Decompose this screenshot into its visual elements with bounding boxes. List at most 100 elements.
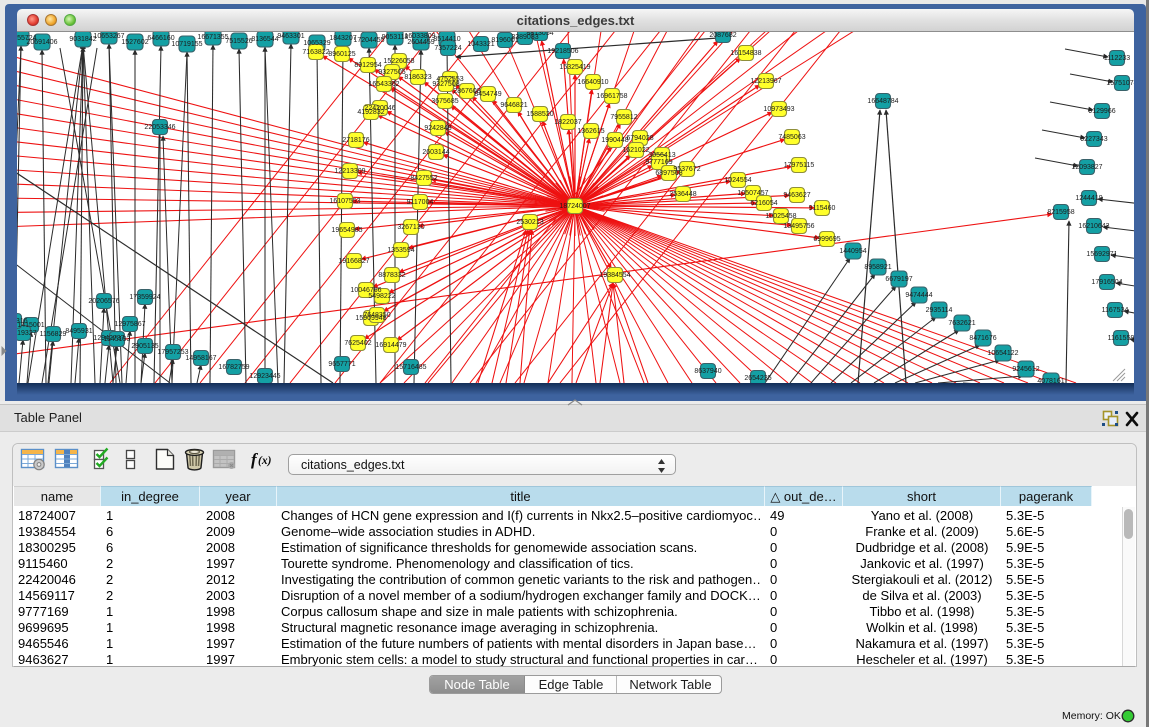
svg-text:3919327: 3919327 xyxy=(17,330,37,337)
svg-text:9117004: 9117004 xyxy=(407,199,434,206)
svg-text:16154838: 16154838 xyxy=(730,50,761,57)
svg-text:15325419: 15325419 xyxy=(559,64,590,71)
svg-text:7632621: 7632621 xyxy=(948,320,975,327)
svg-text:7955812: 7955812 xyxy=(610,114,637,121)
svg-text:(x): (x) xyxy=(258,455,272,467)
svg-text:12975867: 12975867 xyxy=(114,321,145,328)
svg-text:1024554: 1024554 xyxy=(724,177,751,184)
svg-text:9463301: 9463301 xyxy=(277,33,304,40)
svg-text:7163822: 7163822 xyxy=(302,49,329,56)
svg-text:2536448: 2536448 xyxy=(669,191,696,198)
svg-text:10973493: 10973493 xyxy=(763,106,794,113)
svg-text:2603144: 2603144 xyxy=(422,149,449,156)
svg-text:9327505: 9327505 xyxy=(378,69,405,76)
svg-text:7357224: 7357224 xyxy=(434,45,461,52)
svg-text:8186323: 8186323 xyxy=(404,74,431,81)
svg-text:13495756: 13495756 xyxy=(783,223,814,230)
svg-text:17916504: 17916504 xyxy=(1091,279,1122,286)
svg-text:1990448: 1990448 xyxy=(601,137,628,144)
svg-text:8912954: 8912954 xyxy=(354,62,381,69)
svg-text:2654235: 2654235 xyxy=(744,375,771,382)
svg-text:8813054: 8813054 xyxy=(526,32,553,37)
svg-text:18724007: 18724007 xyxy=(559,203,590,210)
svg-text:9537672: 9537672 xyxy=(673,166,700,173)
svg-text:1167534: 1167534 xyxy=(1102,307,1129,314)
svg-text:12213967: 12213967 xyxy=(750,78,781,85)
svg-text:8427552: 8427552 xyxy=(410,175,437,182)
svg-text:8454749: 8454749 xyxy=(474,91,501,98)
svg-text:16648784: 16648784 xyxy=(867,98,898,105)
svg-text:16961758: 16961758 xyxy=(596,93,627,100)
svg-text:3056413: 3056413 xyxy=(648,152,675,159)
svg-text:16033809: 16033809 xyxy=(404,33,435,40)
svg-text:1822037: 1822037 xyxy=(554,119,581,126)
svg-text:10025458: 10025458 xyxy=(765,213,796,220)
svg-text:8958921: 8958921 xyxy=(864,264,891,271)
svg-text:6999695: 6999695 xyxy=(813,236,840,243)
svg-text:10653267: 10653267 xyxy=(93,33,124,40)
svg-text:2718176: 2718176 xyxy=(342,137,369,144)
svg-text:17975115: 17975115 xyxy=(784,162,815,169)
svg-text:9474444: 9474444 xyxy=(905,292,932,299)
svg-text:7485063: 7485063 xyxy=(778,134,805,141)
svg-text:1112233: 1112233 xyxy=(1104,55,1130,62)
svg-text:12213309: 12213309 xyxy=(334,168,365,175)
svg-text:1353594: 1353594 xyxy=(387,247,414,254)
svg-text:9463627: 9463627 xyxy=(783,192,810,199)
svg-text:15751074: 15751074 xyxy=(1106,80,1134,87)
svg-text:0341316: 0341316 xyxy=(17,318,28,325)
svg-text:9777169: 9777169 xyxy=(645,159,672,166)
svg-text:19166827: 19166827 xyxy=(338,258,369,265)
svg-text:17359924: 17359924 xyxy=(129,294,160,301)
svg-text:22053346: 22053346 xyxy=(144,124,175,131)
svg-text:15716485: 15716485 xyxy=(395,364,426,371)
svg-text:6794028: 6794028 xyxy=(626,135,653,142)
svg-text:1156829: 1156829 xyxy=(40,331,67,338)
svg-text:8136544: 8136544 xyxy=(251,36,278,43)
svg-text:5498222: 5498222 xyxy=(368,293,395,300)
svg-text:6216054: 6216054 xyxy=(750,200,777,207)
svg-text:16543362: 16543362 xyxy=(368,81,399,88)
svg-text:9657771: 9657771 xyxy=(328,361,355,368)
svg-text:7648350: 7648350 xyxy=(363,312,390,319)
svg-text:1588520: 1588520 xyxy=(526,111,553,118)
svg-text:4192832: 4192832 xyxy=(357,109,384,116)
svg-text:7625402: 7625402 xyxy=(344,340,371,347)
svg-text:1145193: 1145193 xyxy=(104,336,131,343)
svg-text:9129966: 9129966 xyxy=(1088,108,1115,115)
svg-text:3267130: 3267130 xyxy=(397,224,424,231)
svg-text:6679197: 6679197 xyxy=(885,276,912,283)
svg-text:16782759: 16782759 xyxy=(218,364,249,371)
svg-text:1621022: 1621022 xyxy=(622,147,649,154)
svg-text:9242848: 9242848 xyxy=(424,125,451,132)
svg-text:16671355: 16671355 xyxy=(197,34,228,41)
svg-text:10654122: 10654122 xyxy=(987,350,1018,357)
svg-text:19384554: 19384554 xyxy=(599,272,630,279)
svg-text:9245612: 9245612 xyxy=(1012,366,1039,373)
svg-text:1161559: 1161559 xyxy=(1108,335,1134,342)
svg-text:10507457: 10507457 xyxy=(737,190,768,197)
svg-text:1527602: 1527602 xyxy=(121,39,148,46)
svg-text:8960125: 8960125 xyxy=(328,51,355,58)
svg-text:12923445: 12923445 xyxy=(249,373,280,380)
svg-text:20691406: 20691406 xyxy=(26,39,57,46)
svg-text:2905135: 2905135 xyxy=(131,343,158,350)
svg-text:1244419: 1244419 xyxy=(1075,195,1102,202)
svg-text:7515526: 7515526 xyxy=(225,38,252,45)
svg-text:19654985: 19654985 xyxy=(331,227,362,234)
svg-text:15692971: 15692971 xyxy=(1086,251,1117,258)
svg-text:8215958: 8215958 xyxy=(1047,209,1074,216)
svg-text:1065329: 1065329 xyxy=(303,40,330,47)
svg-text:1440954: 1440954 xyxy=(839,248,866,255)
svg-text:9115460: 9115460 xyxy=(809,205,836,212)
svg-text:17957253: 17957253 xyxy=(157,349,188,356)
svg-text:16210643: 16210643 xyxy=(1078,223,1109,230)
svg-text:15226058: 15226058 xyxy=(383,58,414,65)
svg-text:2087682: 2087682 xyxy=(709,32,736,39)
svg-text:12093827: 12093827 xyxy=(1071,164,1102,171)
svg-text:20206576: 20206576 xyxy=(88,298,119,305)
svg-text:1362615: 1362615 xyxy=(577,128,604,135)
svg-text:9646821: 9646821 xyxy=(500,102,527,109)
svg-text:19218506: 19218506 xyxy=(547,48,578,55)
svg-text:2604459: 2604459 xyxy=(407,39,434,46)
